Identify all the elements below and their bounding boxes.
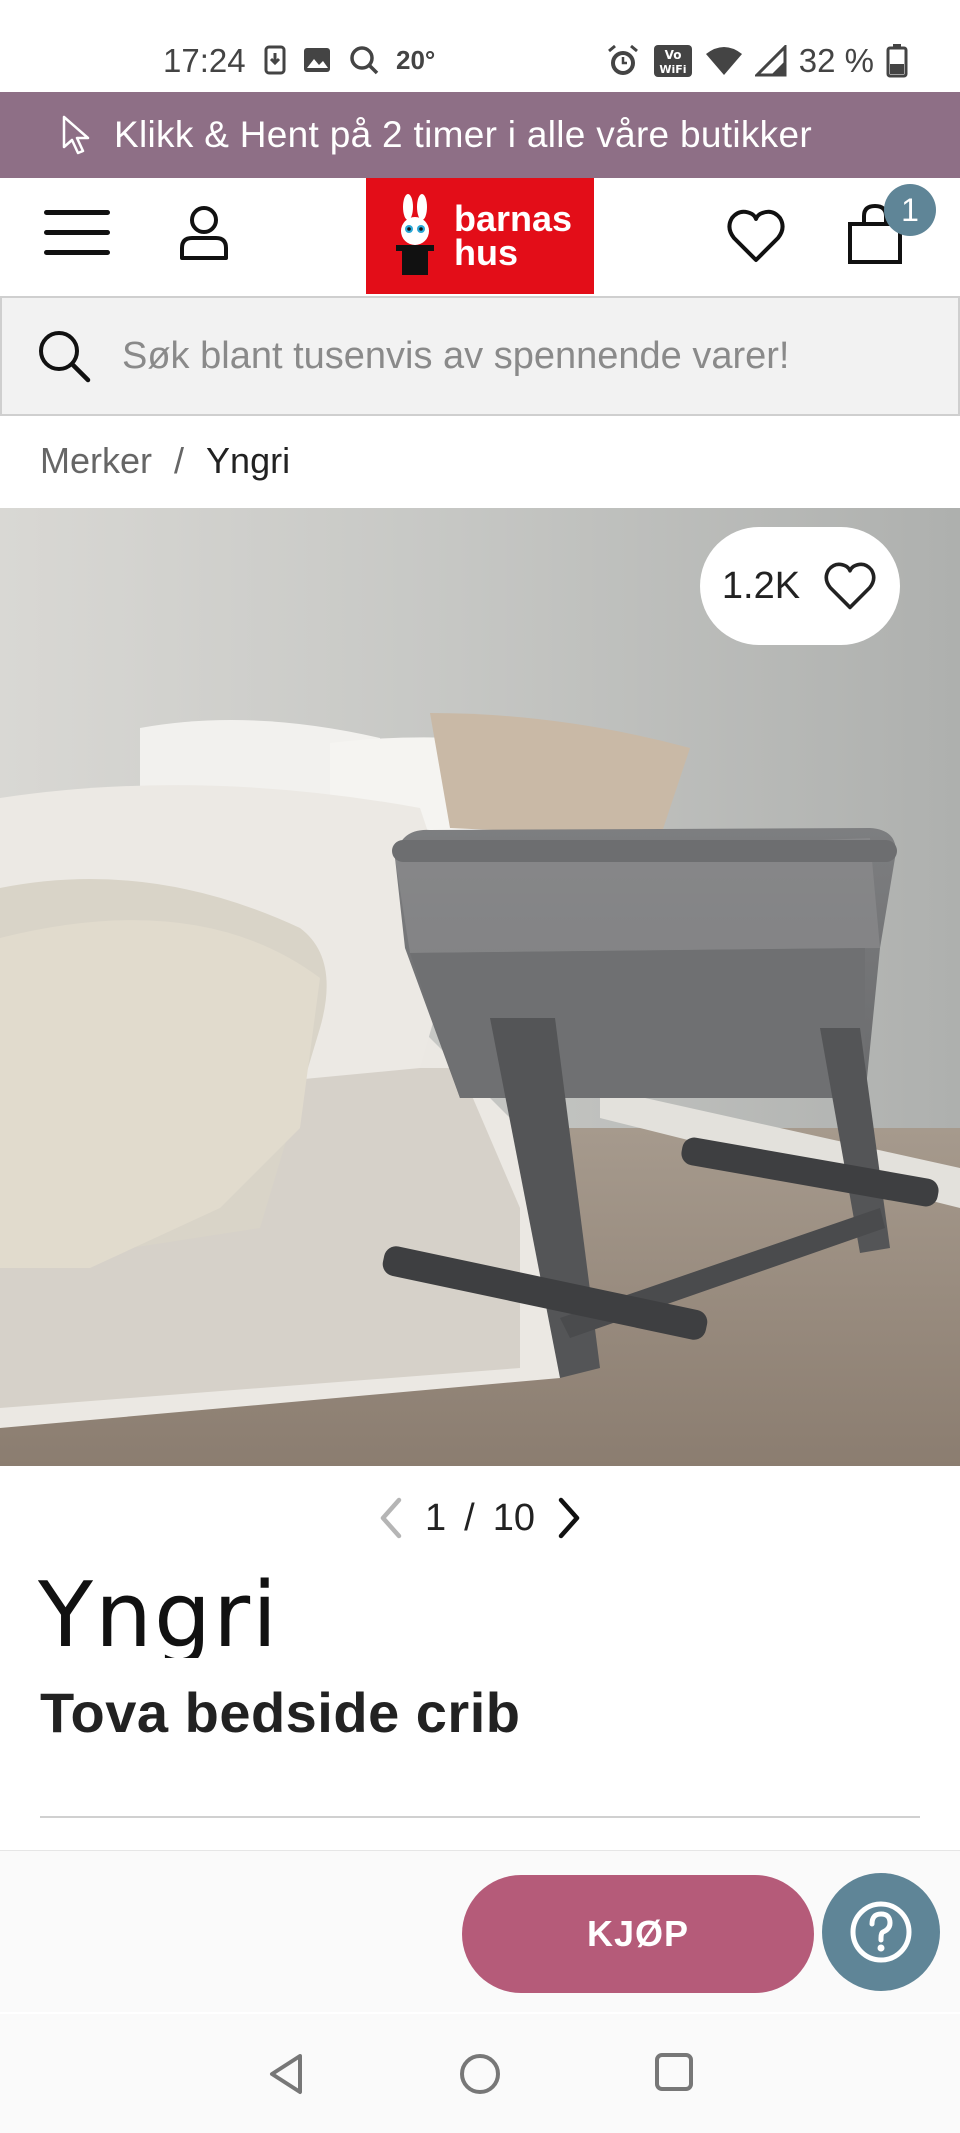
search-notification-icon bbox=[350, 46, 379, 75]
cart-count-badge[interactable]: 1 bbox=[884, 184, 936, 236]
breadcrumb-link-merker[interactable]: Merker bbox=[40, 440, 152, 482]
search-input[interactable] bbox=[122, 334, 942, 378]
alarm-icon bbox=[607, 44, 638, 75]
battery-icon bbox=[886, 44, 908, 78]
logo-text: barnas hus bbox=[454, 198, 573, 273]
promo-text: Klikk & Hent på 2 timer i alle våre buti… bbox=[114, 114, 812, 155]
system-icons: Vo WiFi 32 % bbox=[605, 42, 908, 80]
status-bar: 17:24 20° Vo WiFi 32 % bbox=[0, 0, 960, 92]
image-pager: 1 / 10 bbox=[0, 1490, 960, 1546]
buy-button[interactable]: KJØP bbox=[462, 1875, 814, 1993]
like-count: 1.2K bbox=[721, 564, 801, 607]
product-image[interactable] bbox=[0, 508, 960, 1466]
vowifi-icon: VoWiFi bbox=[653, 45, 692, 77]
image-notification-icon bbox=[304, 48, 330, 72]
chevron-right-icon[interactable] bbox=[553, 1496, 583, 1540]
status-time: 17:24 bbox=[163, 42, 246, 79]
notification-icons: 20° bbox=[264, 44, 435, 76]
crib-photo-illustration bbox=[0, 508, 960, 1466]
yngri-brand-logo[interactable]: Yngri bbox=[38, 1566, 318, 1658]
cursor-pointer-icon bbox=[62, 115, 90, 155]
menu-bar bbox=[44, 250, 110, 255]
logo-line-2: hus bbox=[454, 232, 519, 273]
svg-text:Yngri: Yngri bbox=[38, 1566, 279, 1658]
breadcrumb-current: Yngri bbox=[206, 440, 291, 481]
site-header: barnas hus 1 bbox=[0, 178, 960, 294]
question-mark-icon bbox=[850, 1901, 912, 1963]
svg-text:WiFi: WiFi bbox=[659, 63, 686, 76]
help-button[interactable] bbox=[822, 1873, 940, 1991]
menu-button[interactable] bbox=[44, 210, 110, 266]
search-icon[interactable] bbox=[36, 328, 92, 384]
user-account-icon[interactable] bbox=[178, 204, 230, 260]
breadcrumb: Merker / Yngri bbox=[40, 440, 290, 482]
back-icon[interactable] bbox=[266, 2052, 306, 2096]
home-icon[interactable] bbox=[458, 2052, 502, 2096]
page-separator: / bbox=[464, 1496, 475, 1539]
battery-percent: 32 % bbox=[798, 42, 874, 79]
temperature: 20° bbox=[396, 44, 436, 75]
heart-icon bbox=[824, 562, 876, 610]
chevron-left-icon[interactable] bbox=[377, 1496, 407, 1540]
rabbit-logo-icon bbox=[396, 194, 434, 275]
menu-bar bbox=[44, 210, 110, 215]
section-divider bbox=[40, 1816, 920, 1818]
signal-icon bbox=[754, 45, 787, 77]
svg-text:Vo: Vo bbox=[664, 48, 681, 62]
total-pages: 10 bbox=[492, 1496, 535, 1539]
logo-line-1: barnas bbox=[454, 198, 573, 239]
like-button[interactable]: 1.2K bbox=[700, 527, 900, 645]
menu-bar bbox=[44, 230, 110, 235]
wifi-icon bbox=[705, 47, 742, 75]
recents-icon[interactable] bbox=[654, 2052, 694, 2092]
product-title: Tova bedside crib bbox=[40, 1681, 521, 1744]
breadcrumb-separator: / bbox=[174, 440, 185, 481]
wishlist-heart-icon[interactable] bbox=[726, 208, 786, 264]
current-page: 1 bbox=[425, 1496, 447, 1539]
system-navigation-bar bbox=[0, 2014, 960, 2133]
bottom-action-bar: KJØP bbox=[0, 1850, 960, 2012]
promo-banner[interactable]: Klikk & Hent på 2 timer i alle våre buti… bbox=[0, 92, 960, 178]
download-notification-icon bbox=[264, 45, 286, 75]
search-bar[interactable] bbox=[0, 296, 960, 416]
barnas-hus-logo[interactable]: barnas hus bbox=[366, 178, 594, 294]
